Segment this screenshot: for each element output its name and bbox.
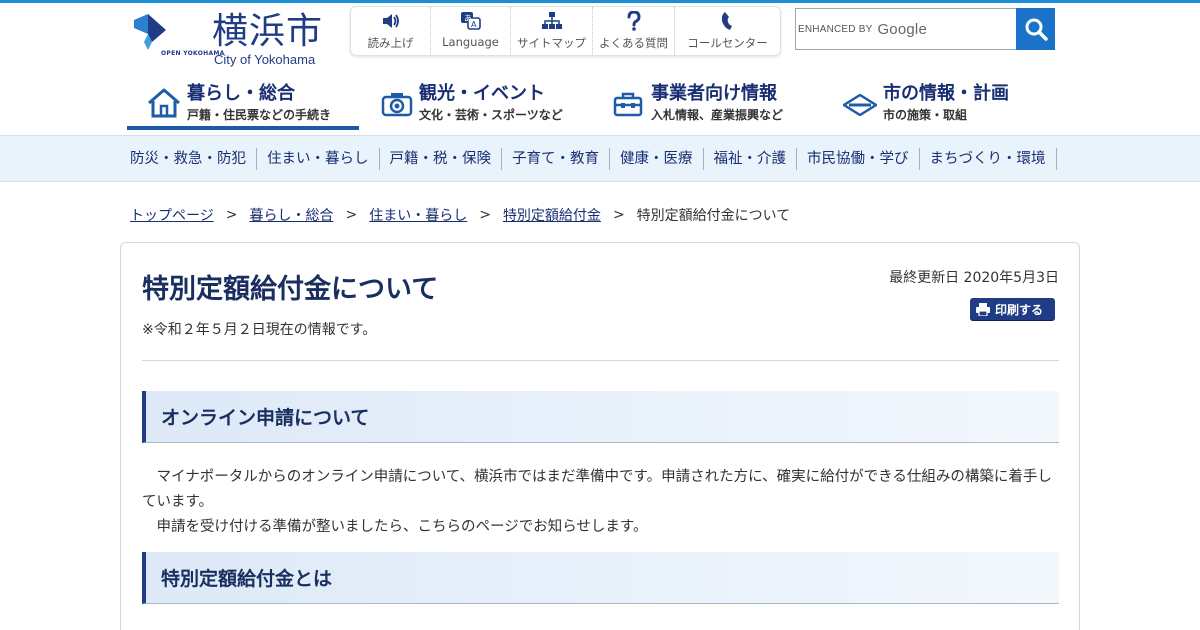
sitemap-icon	[541, 11, 562, 31]
svg-text:A: A	[471, 20, 477, 29]
toolbox-icon	[613, 91, 643, 121]
breadcrumb-link[interactable]: トップページ	[130, 205, 214, 225]
category-link[interactable]: 戸籍・税・保険	[380, 147, 502, 170]
util-label: コールセンター	[687, 36, 768, 50]
breadcrumb-separator: >	[225, 207, 238, 223]
logo-english: City of Yokohama	[214, 52, 316, 67]
utility-bar: 読み上げ あA Language サイトマップ よくある質問 コールセンター	[350, 6, 781, 56]
section-heading-online: オンライン申請について	[142, 391, 1059, 443]
printer-icon	[976, 302, 990, 316]
paragraph: マイナポータルからのオンライン申請について、横浜市ではまだ準備中です。申請された…	[142, 469, 1052, 510]
search-google-label: Google	[877, 20, 928, 38]
util-sitemap[interactable]: サイトマップ	[511, 7, 593, 55]
breadcrumb-current: 特別定額給付金について	[636, 208, 791, 224]
last-updated: 最終更新日 2020年5月3日	[889, 270, 1059, 286]
main-nav-sub: 戸籍・住民票などの手続き	[187, 108, 332, 122]
util-label: Language	[442, 35, 499, 49]
util-faq[interactable]: よくある質問	[593, 7, 675, 55]
category-link[interactable]: 市民協働・学び	[797, 147, 920, 170]
site-logo[interactable]: OPEN YOKOHAMA 横浜市 City of Yokohama	[132, 12, 332, 70]
top-accent-bar	[0, 0, 1200, 3]
print-button[interactable]: 印刷する	[970, 298, 1055, 320]
breadcrumb-link[interactable]: 暮らし・総合	[249, 205, 333, 225]
main-navigation: 暮らし・総合 戸籍・住民票などの手続き 観光・イベント 文化・芸術・スポーツなど…	[127, 78, 1067, 130]
category-link[interactable]: 子育て・教育	[502, 147, 610, 170]
category-link[interactable]: 住まい・暮らし	[257, 147, 380, 170]
breadcrumb-separator: >	[345, 207, 358, 223]
util-read-aloud[interactable]: 読み上げ	[351, 7, 431, 55]
logo-kanji: 横浜市	[212, 11, 324, 52]
paragraph: 申請を受け付ける準備が整いましたら、こちらのページでお知らせします。	[156, 519, 648, 535]
house-icon	[147, 88, 181, 122]
category-link[interactable]: 健康・医療	[610, 147, 704, 170]
print-label: 印刷する	[995, 302, 1044, 317]
main-nav-sub: 文化・芸術・スポーツなど	[419, 108, 563, 122]
category-link[interactable]: 防災・救急・防犯	[120, 147, 257, 170]
content-panel: 特別定額給付金について ※令和２年５月２日現在の情報です。 最終更新日 2020…	[120, 242, 1080, 630]
yokohama-emblem-icon	[134, 14, 166, 50]
main-nav-business[interactable]: 事業者向け情報 入札情報、産業振興など	[591, 78, 823, 130]
search-enhanced-label: ENHANCED BY	[798, 23, 873, 35]
info-date-note: ※令和２年５月２日現在の情報です。	[142, 322, 377, 338]
camera-icon	[381, 91, 413, 121]
question-icon	[627, 11, 641, 31]
diamond-icon	[841, 93, 879, 120]
breadcrumb-link[interactable]: 特別定額給付金	[503, 205, 601, 225]
breadcrumb-separator: >	[612, 207, 625, 223]
util-call-center[interactable]: コールセンター	[675, 7, 780, 55]
util-language[interactable]: あA Language	[431, 7, 511, 55]
main-nav-living[interactable]: 暮らし・総合 戸籍・住民票などの手続き	[127, 78, 359, 130]
breadcrumb: トップページ > 暮らし・総合 > 住まい・暮らし > 特別定額給付金 > 特別…	[130, 205, 790, 225]
main-nav-title: 市の情報・計画	[883, 83, 1009, 104]
util-label: サイトマップ	[517, 36, 586, 50]
speaker-icon	[381, 11, 401, 31]
section-heading-about: 特別定額給付金とは	[142, 552, 1059, 604]
category-navigation: 防災・救急・防犯 住まい・暮らし 戸籍・税・保険 子育て・教育 健康・医療 福祉…	[0, 135, 1200, 182]
breadcrumb-link[interactable]: 住まい・暮らし	[369, 205, 467, 225]
util-label: よくある質問	[599, 36, 668, 50]
main-nav-sub: 入札情報、産業振興など	[651, 108, 784, 122]
main-nav-title: 観光・イベント	[419, 83, 545, 104]
category-link[interactable]: まちづくり・環境	[920, 147, 1057, 170]
util-label: 読み上げ	[367, 36, 414, 50]
search-button[interactable]	[1016, 8, 1055, 50]
breadcrumb-separator: >	[479, 207, 491, 223]
phone-icon	[720, 11, 736, 31]
category-link[interactable]: 福祉・介護	[704, 147, 797, 170]
main-nav-title: 暮らし・総合	[187, 83, 295, 104]
main-nav-title: 事業者向け情報	[651, 83, 777, 104]
main-nav-city-info[interactable]: 市の情報・計画 市の施策・取組	[823, 78, 1067, 130]
site-search: ENHANCED BY Google	[795, 8, 1055, 50]
main-nav-tourism[interactable]: 観光・イベント 文化・芸術・スポーツなど	[359, 78, 591, 130]
page-title: 特別定額給付金について	[142, 274, 439, 305]
language-icon: あA	[460, 11, 482, 31]
main-nav-sub: 市の施策・取組	[883, 108, 968, 122]
search-icon	[1025, 18, 1048, 41]
search-input[interactable]: ENHANCED BY Google	[795, 8, 1016, 50]
title-divider	[142, 360, 1059, 361]
